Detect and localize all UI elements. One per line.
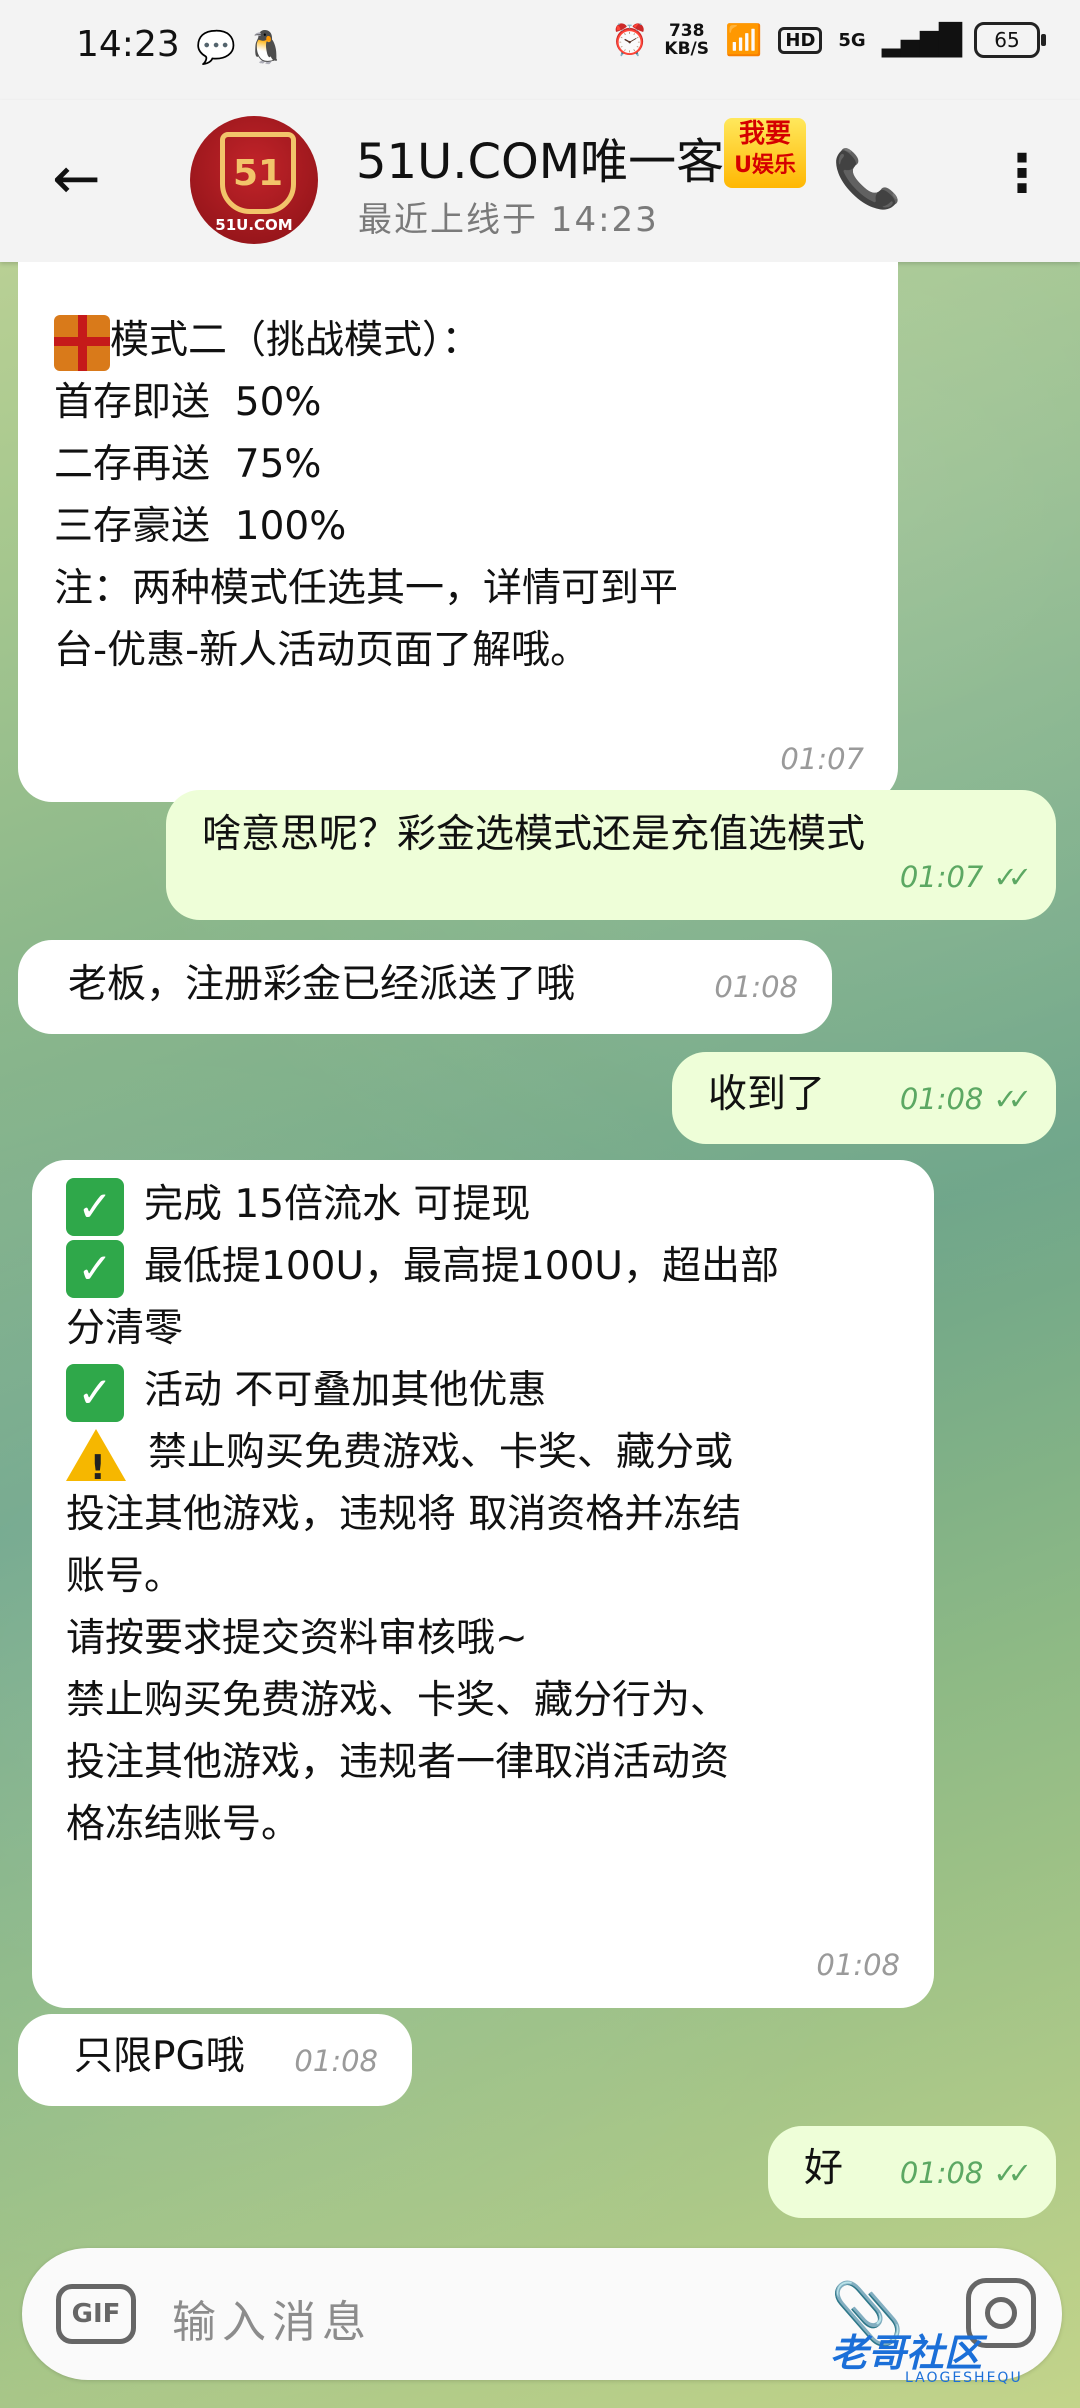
back-arrow-icon[interactable]: ← [52,148,101,208]
check-icon: ✓ [66,1177,124,1236]
message-text: 老板，注册彩金已经派送了哦 [68,962,576,1007]
wifi-icon: 📶 [725,22,763,58]
message-line: 投注其他游戏，违规将 取消资格并冻结 [66,1492,742,1537]
more-menu-icon[interactable]: ⋮ [996,144,1048,204]
message-time: 01:08 [714,970,798,1004]
message-incoming[interactable]: 模式二（挑战模式）： 首存即送 50% 二存再送 75% 三存豪送 100% 注… [18,262,898,802]
message-time: 01:08 [899,2156,984,2190]
message-line: 首存即送 50% [54,380,322,425]
message-outgoing[interactable]: 收到了 01:08 ✓✓ [672,1052,1056,1144]
message-outgoing[interactable]: 啥意思呢？彩金选模式还是充值选模式 01:07 ✓✓ [166,790,1056,920]
signal-bars-icon: ▂▄▆█ [881,22,962,58]
message-outgoing[interactable]: 好 01:08 ✓✓ [768,2126,1056,2218]
message-time: 01:08 [899,1082,984,1116]
avatar-logo: 51 [220,132,296,214]
watermark-sub: LAOGESHEQU [905,2370,1023,2386]
check-icon: ✓ [66,1363,124,1422]
chat-title[interactable]: 51U.COM唯一客 [356,122,726,192]
status-bar: 14:23 💬 🐧 ⏰ 738 KB/S 📶 HD 5G ▂▄▆█ 65 [0,0,1080,100]
promo-line2: U娱乐 [734,153,796,178]
speed-value: 738 [668,21,705,41]
warning-icon: ! [66,1428,126,1488]
double-check-icon: ✓✓ [993,2156,1031,2190]
avatar-site: 51U.COM [215,216,293,234]
message-line: ✓ 最低提100U，最高提100U，超出部 [66,1236,900,1298]
promo-badge: 我要 U娱乐 [724,118,806,188]
message-meta: 01:08 ✓✓ [899,1068,1032,1130]
message-time: 01:08 [294,2044,378,2078]
chat-header: ← 51 51U.COM 51U.COM唯一客 我要 U娱乐 最近上线于 14:… [0,100,1080,262]
message-line: ✓ 活动 不可叠加其他优惠 [66,1360,900,1422]
message-meta: 01:08 ✓✓ [899,2142,1032,2204]
message-line: ! 禁止购买免费游戏、卡奖、藏分或 [66,1422,900,1488]
hd-icon: HD [778,26,823,54]
last-seen: 最近上线于 14:23 [358,200,659,240]
message-line: 格冻结账号。 [66,1802,301,1847]
double-check-icon: ✓✓ [993,1082,1031,1116]
speed-unit: KB/S [664,39,710,59]
message-incoming[interactable]: ✓ 完成 15倍流水 可提现 ✓ 最低提100U，最高提100U，超出部 分清零 ✓… [32,1160,934,2008]
message-incoming[interactable]: 老板，注册彩金已经派送了哦 01:08 [18,940,832,1034]
message-line: 分清零 [66,1306,184,1351]
message-line: ✓ 完成 15倍流水 可提现 [66,1174,900,1236]
double-check-icon: ✓✓ [993,860,1031,894]
message-time: 01:07 [780,742,864,776]
message-line: 注：两种模式任选其一，详情可到平 [54,566,679,611]
avatar[interactable]: 51 51U.COM [190,116,318,244]
message-line: 台-优惠-新人活动页面了解哦。 [54,628,590,673]
network-speed: 738 KB/S [664,22,709,58]
message-input[interactable]: 输入消息 [172,2286,372,2350]
alarm-icon: ⏰ [611,22,649,58]
message-line: 二存再送 75% [54,442,322,487]
gif-button[interactable]: GIF [56,2284,136,2344]
message-line: 投注其他游戏，违规者一律取消活动资 [66,1740,730,1785]
message-meta: 01:07 ✓✓ [899,846,1032,908]
signal-icon: 5G [838,29,866,51]
promo-line1: 我要 [738,119,791,149]
message-line: 禁止购买免费游戏、卡奖、藏分行为、 [66,1678,730,1723]
message-line: 三存豪送 100% [54,504,347,549]
message-text: 啥意思呢？彩金选模式还是充值选模式 [202,812,866,857]
watermark: 老哥社区 [830,2331,983,2375]
wechat-icon: 💬 [196,28,236,66]
message-line: 模式二（挑战模式）： [54,310,862,372]
status-time: 14:23 [76,24,180,65]
message-line: 请按要求提交资料审核哦~ [66,1616,528,1661]
check-icon: ✓ [66,1239,124,1298]
qq-icon: 🐧 [246,28,286,66]
phone-icon[interactable]: 📞 [832,146,902,212]
message-line: 账号。 [66,1554,184,1599]
message-time: 01:07 [899,860,984,894]
message-incoming[interactable]: 只限PG哦 01:08 [18,2014,412,2106]
battery-icon: 65 [974,22,1046,58]
message-time: 01:08 [816,1948,900,1982]
gift-icon [54,314,110,371]
